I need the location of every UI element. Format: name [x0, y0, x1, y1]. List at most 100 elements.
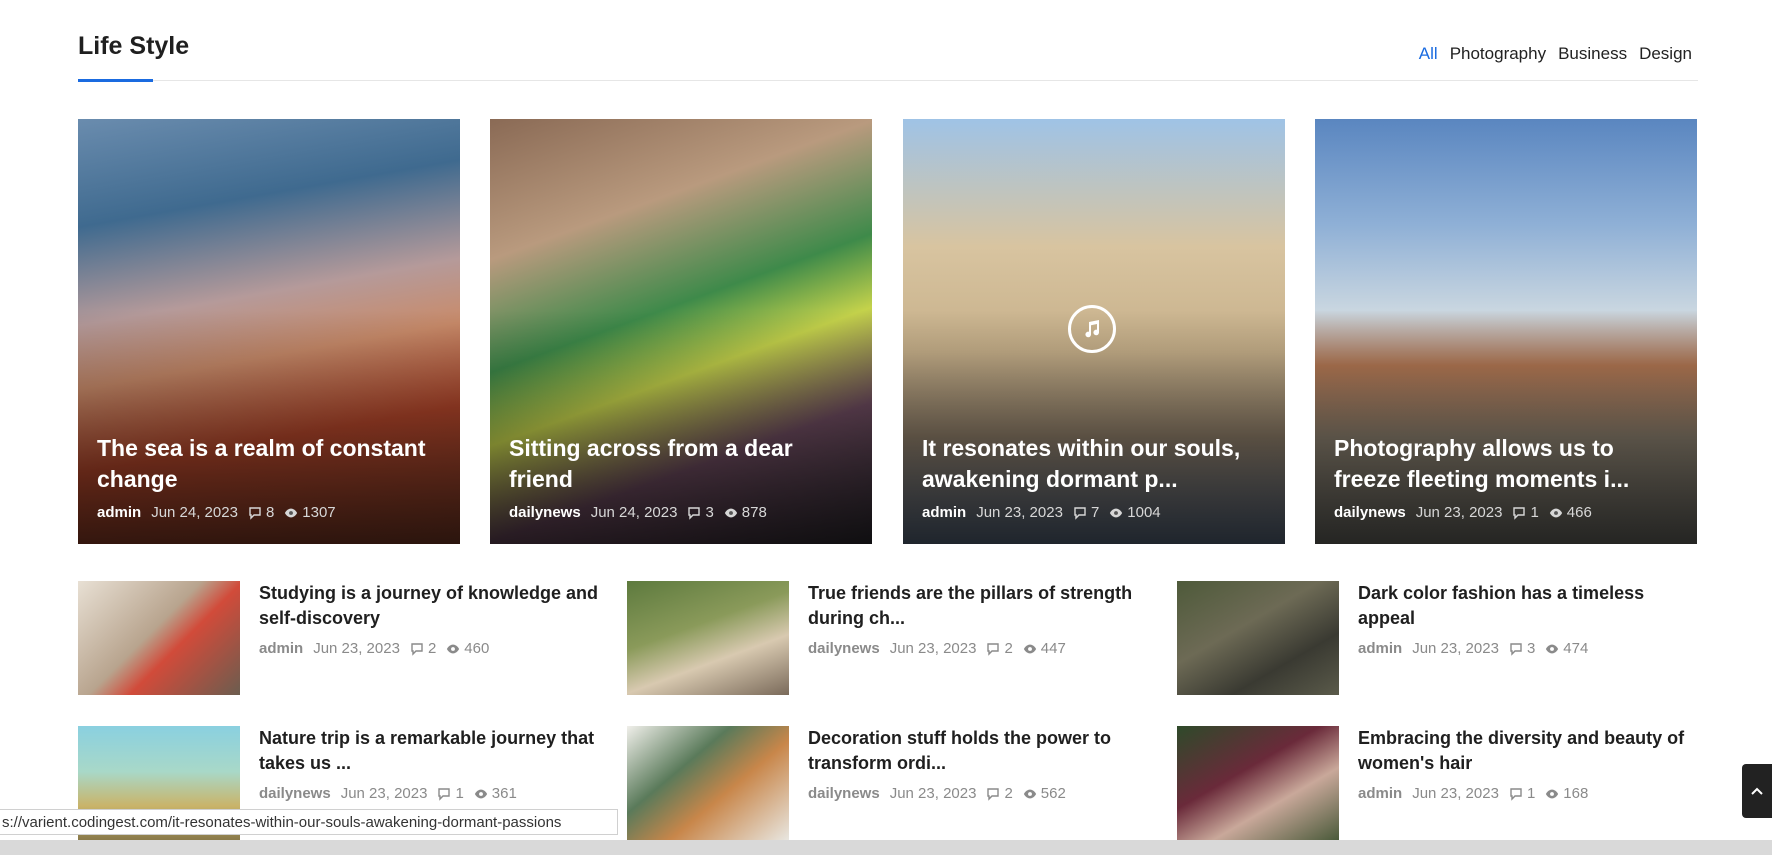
comment-count-value: 1	[455, 785, 464, 802]
post-author[interactable]: dailynews	[808, 785, 880, 802]
post-author[interactable]: dailynews	[808, 640, 880, 657]
post-title[interactable]: Nature trip is a remarkable journey that…	[259, 726, 599, 776]
post-author[interactable]: admin	[97, 504, 141, 521]
list-item[interactable]: True friends are the pillars of strength…	[627, 581, 1147, 696]
eye-icon	[474, 787, 488, 801]
post-meta: dailynews Jun 23, 2023 1 361	[259, 785, 517, 802]
view-count: 474	[1545, 640, 1588, 657]
chevron-up-icon	[1749, 783, 1765, 799]
eye-icon	[284, 506, 298, 520]
view-count-value: 361	[491, 785, 517, 802]
post-meta: dailynews Jun 23, 2023 1 466	[1334, 504, 1592, 521]
comment-count: 2	[986, 785, 1013, 802]
tab-design[interactable]: Design	[1639, 44, 1692, 64]
tab-photography[interactable]: Photography	[1450, 44, 1546, 64]
comment-count-value: 3	[705, 504, 714, 521]
view-count-value: 1004	[1127, 504, 1161, 521]
view-count-value: 1307	[302, 504, 336, 521]
featured-post-card[interactable]: Sitting across from a dear friend dailyn…	[490, 119, 872, 544]
list-item[interactable]: Embracing the diversity and beauty of wo…	[1177, 726, 1697, 841]
post-author[interactable]: admin	[922, 504, 966, 521]
post-title[interactable]: Sitting across from a dear friend	[509, 433, 856, 495]
view-count-value: 474	[1563, 640, 1589, 657]
comment-count: 1	[1512, 504, 1539, 521]
post-thumbnail[interactable]	[627, 581, 789, 695]
audio-note-icon[interactable]	[1068, 305, 1116, 353]
list-item[interactable]: Dark color fashion has a timeless appeal…	[1177, 581, 1697, 696]
view-count-value: 447	[1040, 640, 1066, 657]
featured-post-card[interactable]: Photography allows us to freeze fleeting…	[1315, 119, 1697, 544]
tab-all[interactable]: All	[1419, 44, 1438, 64]
eye-icon	[1023, 787, 1037, 801]
post-author[interactable]: dailynews	[259, 785, 331, 802]
comment-count: 8	[248, 504, 274, 521]
comment-count-value: 2	[427, 640, 437, 657]
featured-post-card[interactable]: The sea is a realm of constant change ad…	[78, 119, 460, 544]
post-thumbnail[interactable]	[1177, 581, 1339, 695]
post-date: Jun 23, 2023	[313, 640, 400, 657]
eye-icon	[1023, 642, 1037, 656]
post-author[interactable]: admin	[259, 640, 303, 657]
comment-count-value: 3	[1526, 640, 1536, 657]
post-title[interactable]: True friends are the pillars of strength…	[808, 581, 1148, 631]
post-meta: dailynews Jun 23, 2023 2 562	[808, 785, 1066, 802]
post-title[interactable]: Photography allows us to freeze fleeting…	[1334, 433, 1681, 495]
eye-icon	[1109, 506, 1123, 520]
status-bar-url: s://varient.codingest.com/it-resonates-w…	[0, 809, 618, 835]
view-count: 361	[474, 785, 517, 802]
view-count: 460	[446, 640, 489, 657]
comment-count: 1	[437, 785, 464, 802]
post-date: Jun 23, 2023	[889, 640, 977, 657]
post-author[interactable]: admin	[1358, 640, 1402, 657]
post-date: Jun 23, 2023	[1415, 504, 1503, 521]
post-title[interactable]: It resonates within our souls, awakening…	[922, 433, 1269, 495]
category-tabs: All Photography Business Design	[1419, 44, 1692, 64]
view-count: 1004	[1109, 504, 1161, 521]
comment-count: 7	[1073, 504, 1099, 521]
view-count-value: 878	[741, 504, 767, 521]
post-title[interactable]: Embracing the diversity and beauty of wo…	[1358, 726, 1698, 776]
view-count-value: 466	[1566, 504, 1592, 521]
list-item[interactable]: Decoration stuff holds the power to tran…	[627, 726, 1147, 841]
post-title[interactable]: Decoration stuff holds the power to tran…	[808, 726, 1148, 776]
comment-count: 1	[1509, 785, 1535, 802]
comment-icon	[1509, 787, 1523, 801]
post-title[interactable]: Studying is a journey of knowledge and s…	[259, 581, 599, 631]
comment-count: 2	[986, 640, 1013, 657]
list-item[interactable]: Studying is a journey of knowledge and s…	[78, 581, 598, 696]
post-date: Jun 24, 2023	[151, 504, 238, 521]
view-count: 878	[724, 504, 767, 521]
comment-count: 3	[1509, 640, 1535, 657]
comment-icon	[1073, 506, 1087, 520]
tab-business[interactable]: Business	[1558, 44, 1627, 64]
comment-icon	[248, 506, 262, 520]
post-thumbnail[interactable]	[78, 581, 240, 695]
browser-bottom-bar	[0, 840, 1772, 855]
comment-count: 2	[410, 640, 436, 657]
post-author[interactable]: dailynews	[509, 504, 581, 521]
comment-icon	[437, 787, 451, 801]
comment-icon	[1512, 506, 1526, 520]
post-meta: admin Jun 23, 2023 7 1004	[922, 504, 1161, 521]
comment-icon	[986, 787, 1000, 801]
view-count-value: 562	[1040, 785, 1066, 802]
view-count-value: 460	[464, 640, 490, 657]
eye-icon	[1545, 642, 1559, 656]
post-meta: dailynews Jun 24, 2023 3 878	[509, 504, 767, 521]
post-title[interactable]: The sea is a realm of constant change	[97, 433, 444, 495]
post-meta: admin Jun 24, 2023 8 1307	[97, 504, 336, 521]
view-count: 447	[1023, 640, 1066, 657]
section-title: Life Style	[78, 32, 190, 60]
post-thumbnail[interactable]	[1177, 726, 1339, 840]
post-thumbnail[interactable]	[627, 726, 789, 840]
post-title[interactable]: Dark color fashion has a timeless appeal	[1358, 581, 1698, 631]
post-meta: admin Jun 23, 2023 1 168	[1358, 785, 1588, 802]
comment-icon	[410, 642, 424, 656]
view-count: 466	[1549, 504, 1592, 521]
view-count-value: 168	[1563, 785, 1589, 802]
comment-count-value: 2	[1004, 640, 1013, 657]
post-author[interactable]: admin	[1358, 785, 1402, 802]
post-author[interactable]: dailynews	[1334, 504, 1406, 521]
back-to-top-button[interactable]	[1742, 764, 1772, 818]
eye-icon	[1545, 787, 1559, 801]
